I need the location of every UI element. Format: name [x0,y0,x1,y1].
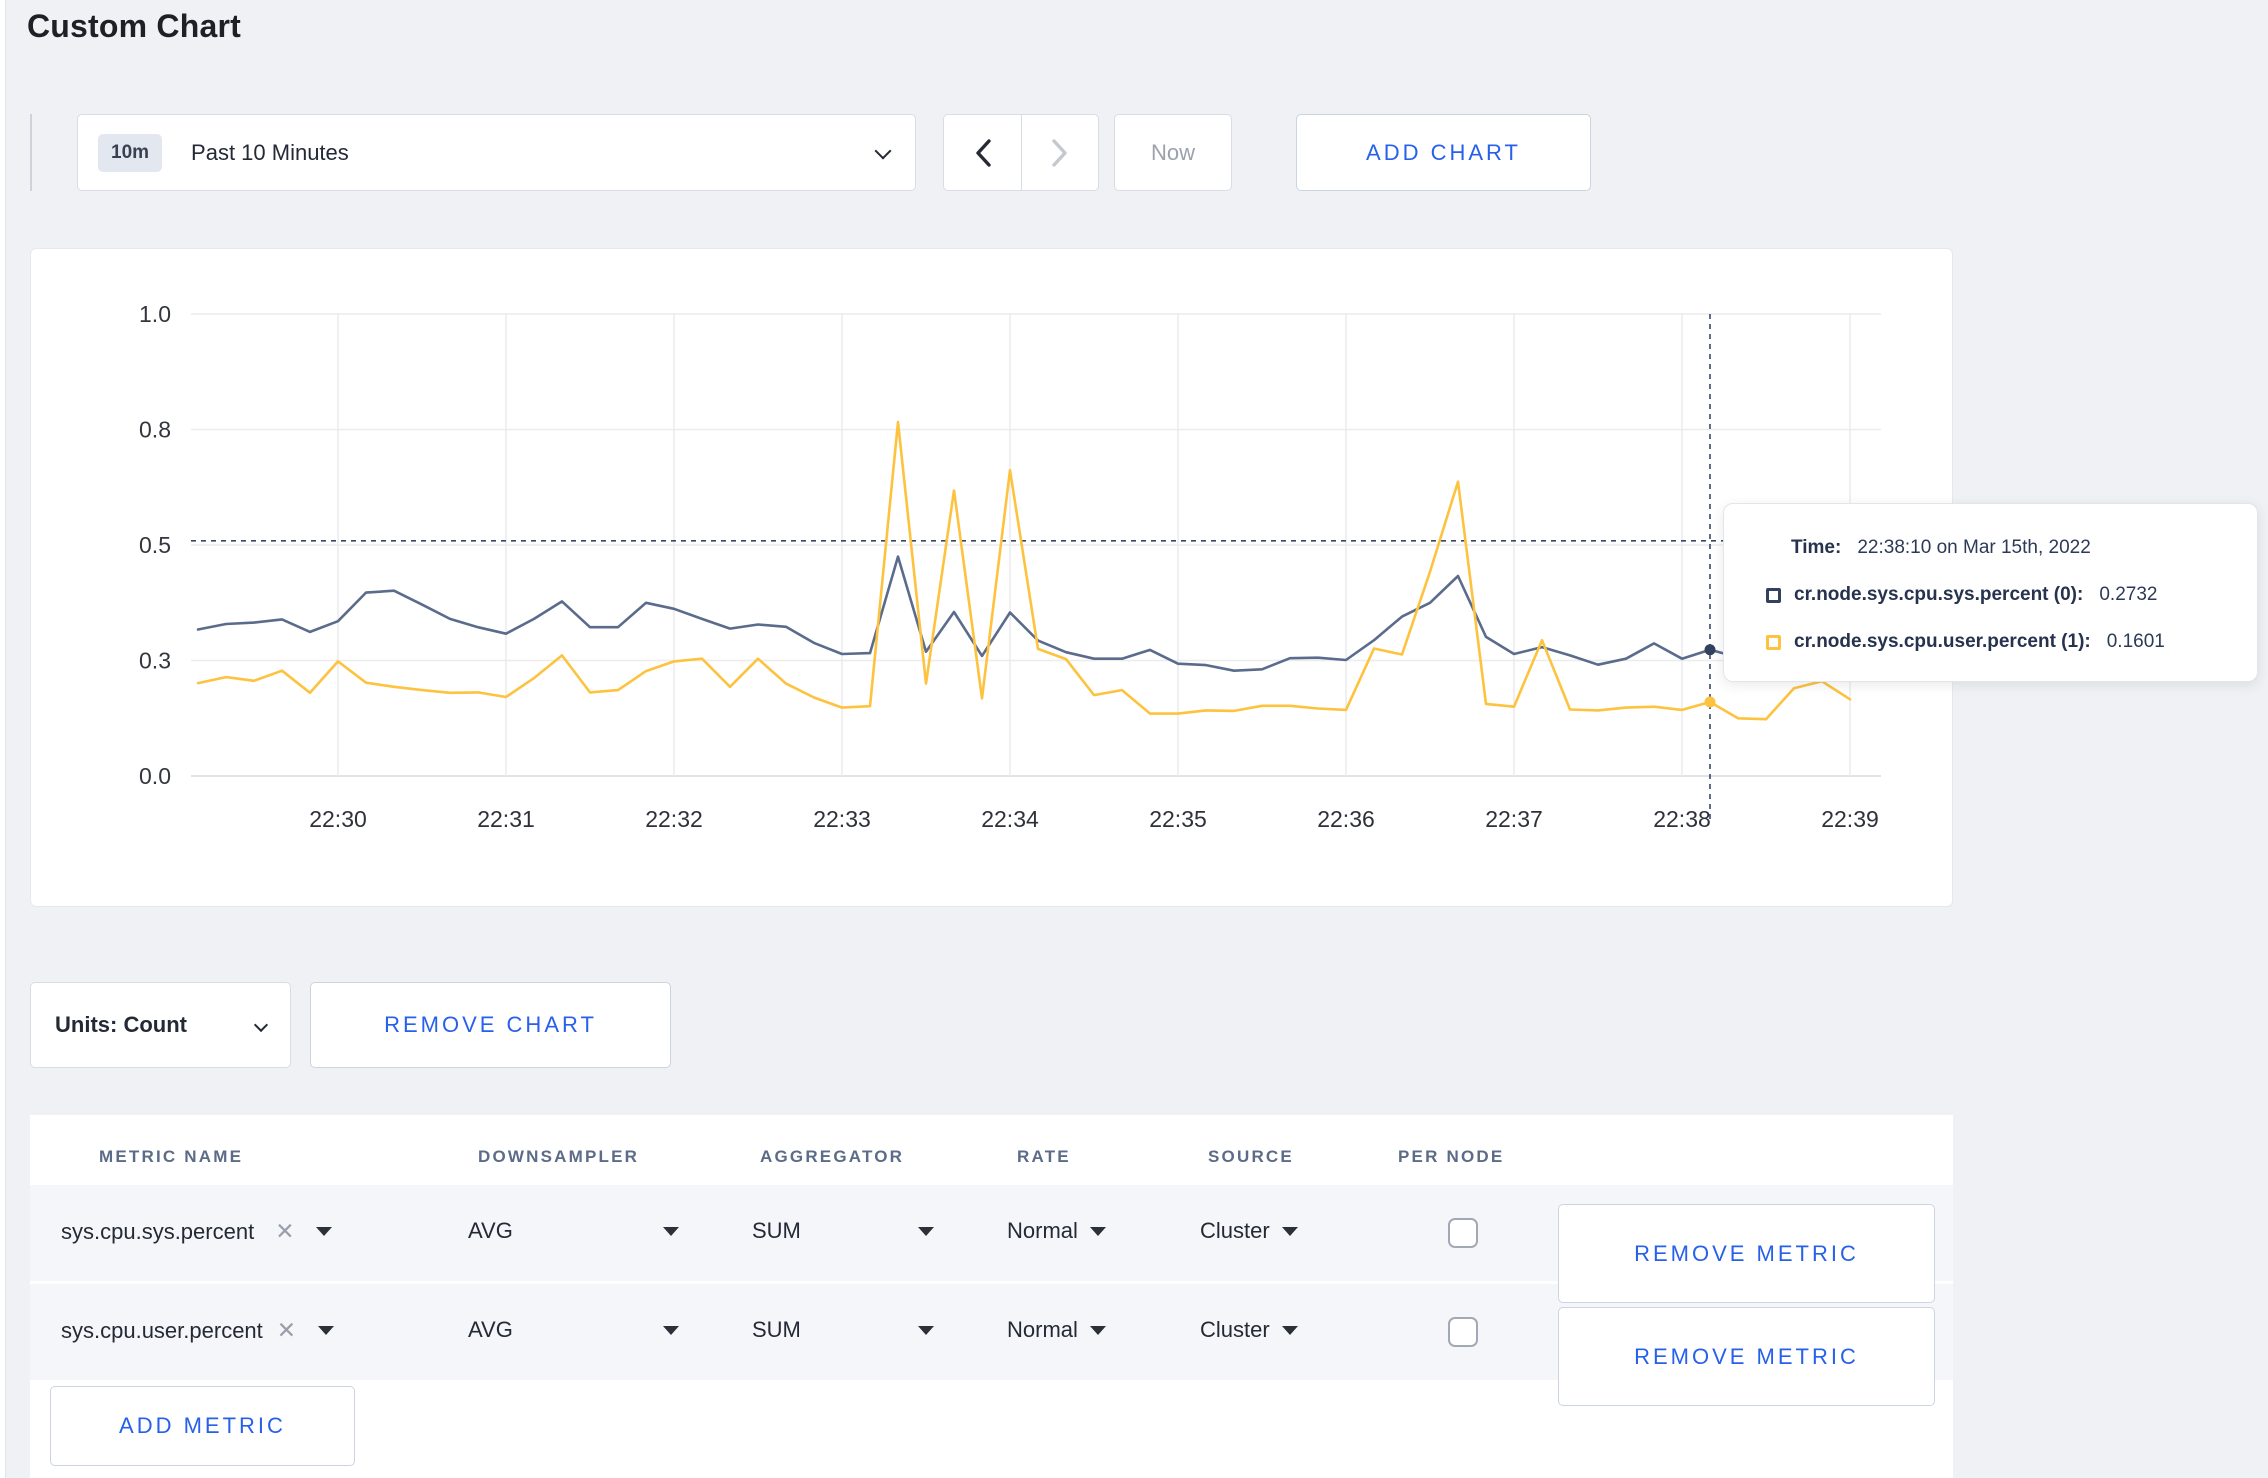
col-header-source: SOURCE [1208,1147,1294,1166]
col-header-per-node: PER NODE [1398,1147,1505,1166]
chart-card: 0.0 0.3 0.5 0.8 1.0 22:30 22:31 22:32 22:33 22:34… [30,248,1953,907]
metric-name-value: sys.cpu.sys.percent [61,1218,255,1244]
rate-value: Normal [1007,1218,1078,1243]
caret-down-icon [1281,1325,1298,1335]
aggregator-value: SUM [752,1317,801,1342]
x-axis-tick-label: 22:37 [1485,806,1543,832]
source-value: Cluster [1200,1317,1270,1342]
source-dropdown[interactable]: Cluster [1200,1218,1298,1244]
downsampler-value: AVG [468,1317,513,1342]
tooltip-series-label: cr.node.sys.cpu.sys.percent (0): [1794,584,2084,605]
add-chart-button[interactable]: ADD CHART [1296,114,1591,191]
units-select[interactable]: Units: Count [30,982,291,1068]
remove-metric-button[interactable]: REMOVE METRIC [1558,1307,1935,1406]
x-axis-tick-label: 22:34 [981,806,1039,832]
chevron-left-icon [975,138,991,167]
downsampler-value: AVG [468,1218,513,1243]
custom-chart-page: Custom Chart 10m Past 10 Minutes Now ADD… [0,0,2268,1478]
x-axis-tick-label: 22:36 [1317,806,1375,832]
tooltip-series-row: cr.node.sys.cpu.user.percent (1): 0.1601 [1724,622,2257,662]
per-node-checkbox[interactable] [1448,1317,1478,1347]
tooltip-series-value: 0.2732 [2099,584,2158,605]
y-axis-tick-label: 0.5 [139,532,171,558]
remove-metric-x-icon[interactable]: ✕ [275,1218,294,1245]
downsampler-dropdown[interactable]: AVG [468,1317,679,1343]
series-line-cr.node.sys.cpu.user.percent [196,420,1852,721]
page-left-edge [0,0,6,1478]
aggregator-dropdown[interactable]: SUM [752,1317,934,1343]
series-line-cr.node.sys.cpu.sys.percent [196,555,1852,673]
x-axis-tick-label: 22:33 [813,806,871,832]
caret-down-icon [316,1227,333,1236]
tooltip-series-value: 0.1601 [2106,631,2165,652]
remove-metric-button[interactable]: REMOVE METRIC [1558,1204,1935,1303]
col-header-rate: RATE [1017,1147,1071,1166]
caret-down-icon [1089,1226,1106,1236]
series-sys-swatch-icon [1766,587,1781,603]
caret-down-icon [1089,1325,1106,1335]
chart-tooltip: Time: 22:38:10 on Mar 15th, 2022 cr.node… [1723,503,2258,682]
chevron-down-icon [253,1017,269,1033]
series-user-swatch-icon [1766,634,1781,650]
rate-dropdown[interactable]: Normal [1007,1218,1106,1244]
x-axis-tick-label: 22:31 [477,806,535,832]
col-header-aggregator: AGGREGATOR [760,1147,905,1166]
hover-marker [1704,696,1716,708]
metric-name-value: sys.cpu.user.percent [61,1317,263,1343]
source-value: Cluster [1200,1218,1270,1243]
prev-range-button[interactable] [944,115,1021,190]
remove-chart-button[interactable]: REMOVE CHART [310,982,671,1068]
tooltip-time-value: 22:38:10 on Mar 15th, 2022 [1857,537,2091,558]
y-axis-tick-label: 0.8 [139,417,171,443]
rate-dropdown[interactable]: Normal [1007,1317,1106,1343]
tooltip-series-row: cr.node.sys.cpu.sys.percent (0): 0.2732 [1724,575,2257,615]
time-range-arrows [943,114,1099,191]
caret-down-icon [318,1326,335,1335]
time-range-label: Past 10 Minutes [191,139,349,165]
metric-name-dropdown[interactable]: sys.cpu.sys.percent ✕ [61,1218,333,1245]
y-axis-tick-label: 0.0 [139,763,171,789]
timeseries-chart[interactable]: 0.0 0.3 0.5 0.8 1.0 22:30 22:31 22:32 22:33 22:34… [31,249,1954,908]
caret-down-icon [918,1325,934,1335]
now-button[interactable]: Now [1114,114,1232,191]
aggregator-dropdown[interactable]: SUM [752,1218,934,1244]
col-header-metric-name: METRIC NAME [99,1147,244,1166]
page-title: Custom Chart [27,8,241,44]
x-axis-tick-label: 22:39 [1821,806,1879,832]
caret-down-icon [663,1325,679,1335]
x-axis-tick-label: 22:35 [1149,806,1207,832]
x-axis-tick-label: 22:32 [645,806,703,832]
metric-name-dropdown[interactable]: sys.cpu.user.percent ✕ [61,1317,335,1344]
toolbar-divider [30,114,32,191]
metrics-table: METRIC NAME DOWNSAMPLER AGGREGATOR RATE … [30,1115,1953,1478]
x-axis-tick-label: 22:30 [309,806,367,832]
tooltip-time-row: Time: 22:38:10 on Mar 15th, 2022 [1724,528,2257,568]
y-axis-tick-label: 1.0 [139,301,171,327]
next-range-button[interactable] [1021,115,1098,190]
hover-marker [1704,644,1716,656]
units-label: Units: Count [55,1012,187,1037]
remove-metric-x-icon[interactable]: ✕ [277,1317,296,1344]
time-range-select[interactable]: 10m Past 10 Minutes [77,114,916,191]
aggregator-value: SUM [752,1218,801,1243]
time-range-badge: 10m [98,133,163,172]
per-node-checkbox[interactable] [1448,1218,1478,1248]
tooltip-time-label: Time: [1791,537,1842,558]
add-metric-button[interactable]: ADD METRIC [50,1386,355,1466]
caret-down-icon [918,1226,934,1236]
source-dropdown[interactable]: Cluster [1200,1317,1298,1343]
x-axis-tick-label: 22:38 [1653,806,1711,832]
chevron-down-icon [874,142,892,160]
downsampler-dropdown[interactable]: AVG [468,1218,679,1244]
caret-down-icon [1281,1226,1298,1236]
col-header-downsampler: DOWNSAMPLER [478,1147,640,1166]
chevron-right-icon [1052,138,1067,167]
caret-down-icon [663,1226,679,1236]
rate-value: Normal [1007,1317,1078,1342]
y-axis-tick-label: 0.3 [139,648,171,674]
tooltip-series-label: cr.node.sys.cpu.user.percent (1): [1794,631,2091,652]
